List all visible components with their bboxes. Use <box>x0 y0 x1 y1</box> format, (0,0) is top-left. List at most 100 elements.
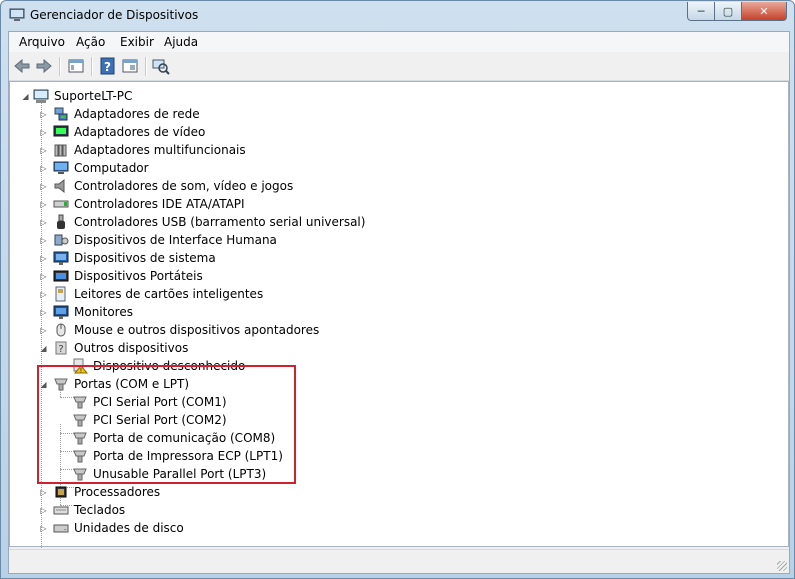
expand-arrow-icon[interactable]: ▷ <box>39 128 48 137</box>
tree-node-label: Dispositivos Portáteis <box>74 269 203 283</box>
tree-node[interactable]: ▷ Controladores USB (barramento serial un… <box>10 213 430 231</box>
device-manager-window: Gerenciador de Dispositivos ─ ▢ ✕ Arquiv… <box>0 0 795 579</box>
tree-node[interactable]: ▷ Controladores de som, vídeo e jogos <box>10 177 430 195</box>
tree-root-label: SuporteLT-PC <box>54 89 133 103</box>
ide-controller-icon <box>53 200 69 208</box>
title-bar[interactable]: Gerenciador de Dispositivos ─ ▢ ✕ <box>1 1 794 31</box>
minimize-button[interactable]: ─ <box>687 2 715 21</box>
maximize-button[interactable]: ▢ <box>714 2 742 21</box>
toolbar-separator <box>145 57 147 76</box>
tree-node-label: Processadores <box>74 485 161 499</box>
tree-node-label: Adaptadores de vídeo <box>74 125 206 139</box>
minimize-icon: ─ <box>697 4 705 18</box>
tree-node[interactable]: ▷ Adaptadores de vídeo <box>10 123 430 141</box>
hid-icon <box>54 234 69 246</box>
scan-hardware-changes-button[interactable] <box>152 57 170 75</box>
menu-bar: Arquivo Ação Exibir Ajuda <box>9 32 789 52</box>
toolbar-separator <box>91 57 93 76</box>
back-button[interactable] <box>13 57 31 75</box>
expand-arrow-icon[interactable]: ▷ <box>39 200 48 209</box>
resize-grip[interactable] <box>777 561 787 571</box>
properties-button[interactable] <box>121 57 139 75</box>
network-adapter-icon <box>54 107 68 121</box>
close-button[interactable]: ✕ <box>741 2 787 21</box>
client-area: Arquivo Ação Exibir Ajuda ? ◢ SuporteLT-… <box>8 31 790 574</box>
menu-acao[interactable]: Ação <box>76 35 105 49</box>
tree-node-label: Teclados <box>74 503 126 517</box>
multifunction-adapter-icon <box>54 144 67 157</box>
processor-icon <box>55 486 67 498</box>
tree-node[interactable]: ▷ Computador <box>10 159 430 177</box>
monitor-icon <box>53 305 69 319</box>
toolbar-separator <box>59 57 61 76</box>
expand-arrow-icon[interactable]: ▷ <box>39 506 48 515</box>
tree-node-label: Outros dispositivos <box>74 341 189 355</box>
tree-node-label: Adaptadores multifuncionais <box>74 143 246 157</box>
tree-node[interactable]: ▷ Dispositivos de sistema <box>10 249 430 267</box>
expand-arrow-icon[interactable]: ▷ <box>39 164 48 173</box>
status-bar <box>9 549 789 573</box>
tree-node-label: Mouse e outros dispositivos apontadores <box>74 323 320 337</box>
expand-arrow-icon[interactable]: ▷ <box>39 290 48 299</box>
portable-device-icon <box>53 270 69 282</box>
tree-node-label: Controladores de som, vídeo e jogos <box>74 179 294 193</box>
tree-node-label: Computador <box>74 161 149 175</box>
menu-exibir[interactable]: Exibir <box>120 35 154 49</box>
tree-node[interactable]: ▷ Teclados <box>10 501 430 519</box>
tree-node[interactable]: ▷ Dispositivos de Interface Humana <box>10 231 430 249</box>
toolbar: ? <box>9 53 789 81</box>
unknown-device-icon: ? <box>55 341 67 355</box>
display-adapter-icon <box>53 125 69 137</box>
forward-button[interactable] <box>35 57 53 75</box>
expand-arrow-icon[interactable]: ▷ <box>39 488 48 497</box>
tree-node-label: Dispositivos de Interface Humana <box>74 233 277 247</box>
expand-arrow-icon[interactable]: ▷ <box>39 254 48 263</box>
expand-arrow-icon[interactable]: ▷ <box>39 524 48 533</box>
mouse-icon <box>56 323 66 337</box>
computer-icon <box>33 89 49 103</box>
tree-node[interactable]: ▷ Adaptadores de rede <box>10 105 430 123</box>
expand-arrow-icon[interactable]: ▷ <box>39 146 48 155</box>
computer-icon <box>53 161 69 174</box>
expand-arrow-icon[interactable]: ▷ <box>39 182 48 191</box>
tree-node[interactable]: ▷ Monitores <box>10 303 430 321</box>
tree-node-label: Controladores IDE ATA/ATAPI <box>74 197 245 211</box>
tree-root-node[interactable]: ◢ SuporteLT-PC <box>10 87 210 105</box>
speaker-icon <box>54 178 65 194</box>
highlight-box <box>37 365 296 484</box>
tree-node-label: Dispositivos de sistema <box>74 251 216 265</box>
tree-node-label: Monitores <box>74 305 133 319</box>
tree-node-other-devices[interactable]: ◢ ? Outros dispositivos <box>10 339 310 357</box>
tree-node[interactable]: ▷ Controladores IDE ATA/ATAPI <box>10 195 430 213</box>
tree-node[interactable]: ▷ Leitores de cartões inteligentes <box>10 285 430 303</box>
help-button[interactable]: ? <box>99 57 117 75</box>
collapse-arrow-icon[interactable]: ◢ <box>39 344 48 353</box>
tree-node[interactable]: ▷ Mouse e outros dispositivos apontadores <box>10 321 430 339</box>
expand-arrow-icon[interactable]: ▷ <box>39 272 48 281</box>
disk-drive-icon <box>53 524 69 533</box>
expand-arrow-icon[interactable]: ▷ <box>39 326 48 335</box>
tree-node[interactable]: ▷ Processadores <box>10 483 430 501</box>
svg-text:?: ? <box>58 344 63 355</box>
usb-icon <box>57 214 65 229</box>
maximize-icon: ▢ <box>722 4 734 18</box>
expand-arrow-icon[interactable]: ▷ <box>39 218 48 227</box>
show-hide-console-tree-button[interactable] <box>67 57 85 75</box>
tree-node-label: Unidades de disco <box>74 521 184 535</box>
tree-node-label: Adaptadores de rede <box>74 107 200 121</box>
menu-ajuda[interactable]: Ajuda <box>164 35 198 49</box>
tree-node[interactable]: ▷ Dispositivos Portáteis <box>10 267 430 285</box>
expand-arrow-icon[interactable]: ▷ <box>39 236 48 245</box>
keyboard-icon <box>53 506 69 515</box>
close-icon: ✕ <box>759 4 769 18</box>
collapse-arrow-icon[interactable]: ◢ <box>21 92 30 101</box>
tree-node[interactable]: ▷ Adaptadores multifuncionais <box>10 141 430 159</box>
device-manager-app-icon <box>9 8 25 21</box>
expand-arrow-icon[interactable]: ▷ <box>39 110 48 119</box>
tree-node[interactable]: ▷ Unidades de disco <box>10 519 430 537</box>
menu-arquivo[interactable]: Arquivo <box>19 35 65 49</box>
tree-node-label: Controladores USB (barramento serial uni… <box>74 215 366 229</box>
expand-arrow-icon[interactable]: ▷ <box>39 308 48 317</box>
back-arrow-icon <box>14 58 30 74</box>
forward-arrow-icon <box>36 58 52 74</box>
